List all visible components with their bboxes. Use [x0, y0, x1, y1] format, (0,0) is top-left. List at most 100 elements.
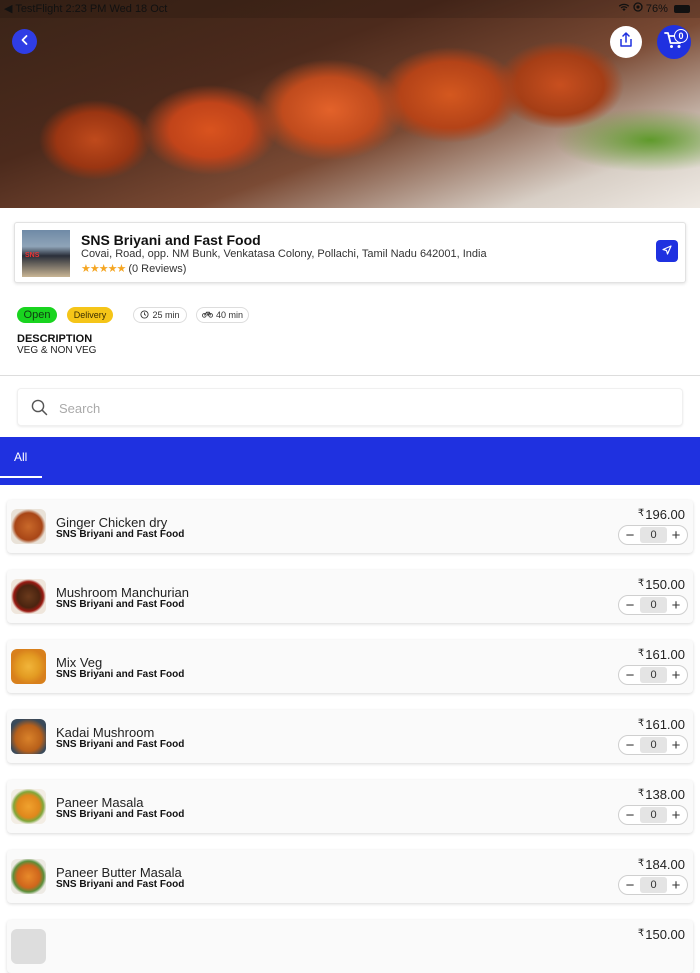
review-count: (0 Reviews) [128, 263, 187, 275]
restaurant-name: SNS Briyani and Fast Food [81, 232, 261, 248]
quantity-stepper: − 0 + [618, 595, 688, 615]
decrement-button[interactable]: − [620, 806, 640, 824]
menu-item-name: Mushroom Manchurian [56, 585, 189, 600]
decrement-button[interactable]: − [620, 736, 640, 754]
restaurant-address: Covai, Road, opp. NM Bunk, Venkatasa Col… [81, 248, 487, 260]
quantity-stepper: − 0 + [618, 665, 688, 685]
menu-item-image [11, 579, 46, 614]
menu-item[interactable]: Ginger Chicken dry SNS Briyani and Fast … [7, 500, 693, 553]
menu-item-restaurant: SNS Briyani and Fast Food [56, 599, 185, 610]
increment-button[interactable]: + [666, 596, 686, 614]
menu-item-image [11, 649, 46, 684]
description-label: DESCRIPTION [17, 333, 93, 345]
location-icon [633, 2, 646, 15]
increment-button[interactable]: + [666, 736, 686, 754]
prep-time-chip: 25 min [133, 307, 187, 323]
status-bar: ◀ TestFlight 2:23 PM Wed 18 Oct 76% [0, 0, 700, 18]
menu-item-price: ₹138.00 [638, 787, 685, 802]
price-value: 150.00 [645, 927, 685, 942]
menu-item-price: ₹184.00 [638, 857, 685, 872]
menu-item-price: ₹150.00 [638, 927, 685, 942]
cart-count-badge: 0 [674, 29, 688, 43]
clock-icon [140, 309, 152, 321]
quantity-value: 0 [640, 667, 667, 683]
search-input[interactable] [59, 398, 659, 418]
battery-icon [674, 5, 690, 14]
category-tab-bar: All [0, 437, 700, 485]
increment-button[interactable]: + [666, 806, 686, 824]
navigate-button[interactable] [656, 240, 678, 262]
delivery-badge: Delivery [67, 307, 113, 323]
share-button[interactable] [610, 26, 642, 58]
price-value: 150.00 [645, 577, 685, 592]
quantity-stepper: − 0 + [618, 805, 688, 825]
rupee-symbol: ₹ [637, 578, 645, 589]
increment-button[interactable]: + [666, 876, 686, 894]
menu-item-restaurant: SNS Briyani and Fast Food [56, 669, 185, 680]
menu-item-price: ₹150.00 [638, 577, 685, 592]
restaurant-rating: ★★★★★ (0 Reviews) [81, 262, 186, 275]
quantity-stepper: − 0 + [618, 525, 688, 545]
increment-button[interactable]: + [666, 526, 686, 544]
tab-all[interactable]: All [14, 450, 27, 464]
restaurant-card: SNS Briyani and Fast Food Covai, Road, o… [14, 222, 686, 283]
menu-item-image [11, 719, 46, 754]
increment-button[interactable]: + [666, 666, 686, 684]
restaurant-thumbnail [22, 230, 70, 277]
cart-button[interactable]: 0 [657, 25, 691, 59]
rupee-symbol: ₹ [637, 788, 645, 799]
quantity-stepper: − 0 + [618, 875, 688, 895]
menu-item-price: ₹161.00 [638, 647, 685, 662]
tab-active-indicator [0, 476, 42, 478]
menu-item-name: Mix Veg [56, 655, 103, 670]
price-value: 184.00 [645, 857, 685, 872]
quantity-value: 0 [640, 597, 667, 613]
rupee-symbol: ₹ [637, 508, 645, 519]
quantity-stepper: − 0 + [618, 735, 688, 755]
decrement-button[interactable]: − [620, 666, 640, 684]
share-icon [619, 31, 633, 53]
menu-item[interactable]: Paneer Butter Masala SNS Briyani and Fas… [7, 850, 693, 903]
price-value: 161.00 [645, 647, 685, 662]
decrement-button[interactable]: − [620, 596, 640, 614]
description-value: VEG & NON VEG [17, 345, 97, 356]
status-right: 76% [618, 2, 690, 15]
decrement-button[interactable]: − [620, 876, 640, 894]
menu-item-name: Paneer Masala [56, 795, 144, 810]
menu-item[interactable]: Mix Veg SNS Briyani and Fast Food ₹161.0… [7, 640, 693, 693]
price-value: 161.00 [645, 717, 685, 732]
rating-stars: ★★★★★ [81, 263, 126, 275]
chevron-left-icon [19, 33, 31, 51]
quantity-value: 0 [640, 737, 667, 753]
menu-item[interactable]: Kadai Mushroom SNS Briyani and Fast Food… [7, 710, 693, 763]
rupee-symbol: ₹ [637, 718, 645, 729]
search-icon [31, 399, 48, 421]
quantity-value: 0 [640, 807, 667, 823]
prep-time-text: 25 min [152, 310, 180, 320]
wifi-icon [618, 3, 633, 15]
back-button[interactable] [12, 29, 37, 54]
rupee-symbol: ₹ [637, 858, 645, 869]
hero-food-image [0, 0, 700, 208]
delivery-time-text: 40 min [215, 310, 243, 320]
menu-item-image [11, 859, 46, 894]
search-box [17, 388, 683, 426]
rupee-symbol: ₹ [637, 648, 645, 659]
menu-item-image [11, 509, 46, 544]
delivery-time-chip: 40 min [196, 307, 249, 323]
menu-item-price: ₹161.00 [638, 717, 685, 732]
decrement-button[interactable]: − [620, 526, 640, 544]
navigation-arrow-icon [662, 242, 672, 260]
divider [0, 375, 700, 376]
menu-item-restaurant: SNS Briyani and Fast Food [56, 739, 185, 750]
menu-item-name: Kadai Mushroom [56, 725, 155, 740]
menu-item[interactable]: Mushroom Manchurian SNS Briyani and Fast… [7, 570, 693, 623]
quantity-value: 0 [640, 527, 667, 543]
menu-item[interactable]: Paneer Masala SNS Briyani and Fast Food … [7, 780, 693, 833]
menu-item-image [11, 929, 46, 964]
menu-item[interactable]: ₹150.00 [7, 920, 693, 973]
price-value: 138.00 [645, 787, 685, 802]
open-badge: Open [17, 307, 57, 323]
quantity-value: 0 [640, 877, 667, 893]
price-value: 196.00 [645, 507, 685, 522]
